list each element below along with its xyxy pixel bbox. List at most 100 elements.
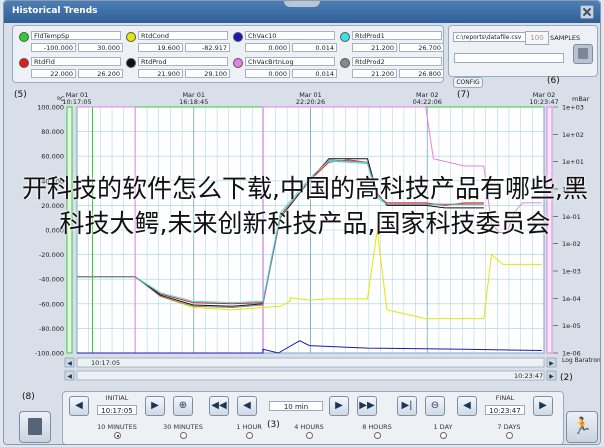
color-dot-icon (340, 32, 350, 42)
range-1-day-radio[interactable] (440, 432, 447, 439)
forward-button[interactable]: ▶ (329, 396, 349, 416)
left-scale-bar (66, 106, 73, 354)
running-man-icon: 🏃 (572, 416, 592, 435)
scroll-arrow-icon: ◀ (67, 360, 72, 367)
tag-rtdfld[interactable]: RtdFld 22.000 26.200 (19, 56, 123, 80)
tag-legend-panel: FldTempSp -100.000 30.000 RtdCond 19.600… (12, 25, 444, 83)
tag-max: 26.700 (399, 43, 444, 52)
final-label: FINAL (495, 394, 515, 402)
tag-max: 0.014 (292, 69, 337, 78)
goto-end-button[interactable]: ▶| (397, 396, 417, 416)
range-8-hours-radio[interactable] (374, 432, 381, 439)
triangle-left-icon: ◀ (243, 400, 251, 411)
triangle-left-icon: ◀ (75, 400, 83, 411)
tag-max: 30.000 (78, 43, 123, 52)
range-4-hours-radio[interactable] (306, 432, 313, 439)
color-dot-icon (233, 58, 243, 68)
y-left-tick-label: -60.000 (39, 300, 64, 308)
save-button[interactable] (573, 44, 593, 64)
range-30-minutes-radio[interactable] (180, 432, 187, 439)
y-right-tick-label: 1e+00 (562, 186, 584, 194)
callout-2: (2) (560, 373, 573, 383)
tag-chvacbrtnlog[interactable]: ChVacBrtnLog 0.000 0.014 (233, 56, 337, 80)
last-button[interactable]: ▶ (533, 396, 553, 416)
range-10-minutes: 10 MINUTES (97, 423, 137, 431)
tag-name: RtdCond (138, 31, 228, 40)
y-right-tick-label: 1e-03 (562, 268, 581, 276)
tag-max: 29.100 (185, 69, 230, 78)
file-path-field[interactable]: c:\reports\datafile.csv (453, 32, 535, 42)
range-7-days-radio[interactable] (506, 432, 513, 439)
x-tick-time: 10:23:47 (529, 98, 558, 106)
color-dot-icon (126, 58, 136, 68)
step-forward-button[interactable]: ▶ (145, 396, 165, 416)
tag-name: ChVacBrtnLog (245, 57, 335, 66)
y-left-tick-label: -40.000 (39, 276, 64, 284)
tag-name: RtdFld (31, 57, 121, 66)
step-back-button[interactable]: ◀ (457, 396, 477, 416)
tag-rtdprod2[interactable]: RtdProd2 21.200 26.800 (340, 56, 444, 80)
initial-time-field[interactable]: 10:17:05 (97, 405, 137, 415)
config-button[interactable]: CONFIG (453, 77, 483, 88)
range-7-days: 7 DAYS (497, 423, 521, 431)
range-1-hour-radio[interactable] (246, 432, 253, 439)
close-icon[interactable] (580, 5, 594, 19)
y-right-tick-label: 1e-01 (562, 213, 581, 221)
triangle-right-icon: ▶ (335, 400, 343, 411)
callout-6: (6) (547, 76, 560, 86)
final-time-field[interactable]: 10:23:47 (485, 405, 525, 415)
color-dot-icon (19, 58, 29, 68)
y-right-tick-label: 1e-04 (562, 295, 581, 303)
x-tick-time: 16:18:45 (179, 98, 208, 106)
title-tab-handle[interactable] (284, 1, 320, 7)
tag-rtdprod1[interactable]: RtdProd1 21.200 26.700 (340, 30, 444, 54)
tag-min: 22.000 (31, 69, 76, 78)
tag-max: 26.800 (399, 69, 444, 78)
printer-icon (28, 418, 42, 435)
zoom-in-button[interactable]: ⊕ (173, 396, 193, 416)
print-button[interactable] (19, 411, 51, 443)
y-left-tick-label: 80.000 (41, 128, 64, 136)
y-left-tick-label: -80.000 (39, 325, 64, 333)
samples-input[interactable]: 100 (525, 31, 549, 45)
range-10-minutes-radio[interactable] (114, 432, 121, 439)
y-left-tick-label: -100.000 (35, 350, 64, 358)
tag-name: ChVac10 (245, 31, 335, 40)
tag-max: 0.014 (292, 43, 337, 52)
y-left-tick-label: 40.000 (41, 177, 64, 185)
zoom-out-button[interactable]: ⊖ (425, 396, 445, 416)
trend-chart-area: 100.000 80.000 60.000 40.000 20.000 0.000 -20.… (4, 89, 601, 389)
tag-fldtempsp[interactable]: FldTempSp -100.000 30.000 (19, 30, 123, 54)
y-right-tick-label: 1e-02 (562, 240, 581, 248)
x-tick-time: 22:20:26 (296, 98, 325, 106)
right-scale-bar (546, 106, 553, 354)
tag-chvac10[interactable]: ChVac10 0.000 0.014 (233, 30, 337, 54)
y-right-tick-label: 1e+02 (562, 131, 584, 139)
back-button[interactable]: ◀ (237, 396, 257, 416)
fast-back-button[interactable]: ◀◀ (209, 396, 229, 416)
y-left-tick-label: -20.000 (39, 251, 64, 259)
color-dot-icon (19, 32, 29, 42)
tag-rtdcond[interactable]: RtdCond 19.600 -82.917 (126, 30, 230, 54)
run-button[interactable]: 🏃 (566, 411, 598, 443)
first-button[interactable]: ◀ (69, 396, 89, 416)
tag-max: 26.200 (78, 69, 123, 78)
y-right-tick-label: 1e-05 (562, 322, 581, 330)
tag-min: 21.900 (138, 69, 183, 78)
scroll-arrow-icon: ▶ (549, 373, 554, 380)
tag-rtdprod[interactable]: RtdProd 21.900 29.100 (126, 56, 230, 80)
x-tick-time: 10:17:05 (62, 98, 91, 106)
tag-name: RtdProd1 (352, 31, 442, 40)
scroll-arrow-icon: ◀ (67, 373, 72, 380)
interval-field[interactable]: 10 min (269, 401, 323, 411)
tag-name: FldTempSp (31, 31, 121, 40)
trend-chart[interactable]: 100.000 80.000 60.000 40.000 20.000 0.000 -20.… (4, 89, 601, 389)
fast-forward-button[interactable]: ▶▶ (357, 396, 377, 416)
right-axis-label: Log Baratron (562, 357, 601, 364)
floppy-disk-icon (578, 48, 588, 59)
color-dot-icon (126, 32, 136, 42)
y-right-tick-label: 1e+01 (562, 158, 584, 166)
samples-progress-bar (454, 53, 564, 63)
tag-min: 19.600 (138, 43, 183, 52)
tag-min: 0.000 (245, 69, 290, 78)
